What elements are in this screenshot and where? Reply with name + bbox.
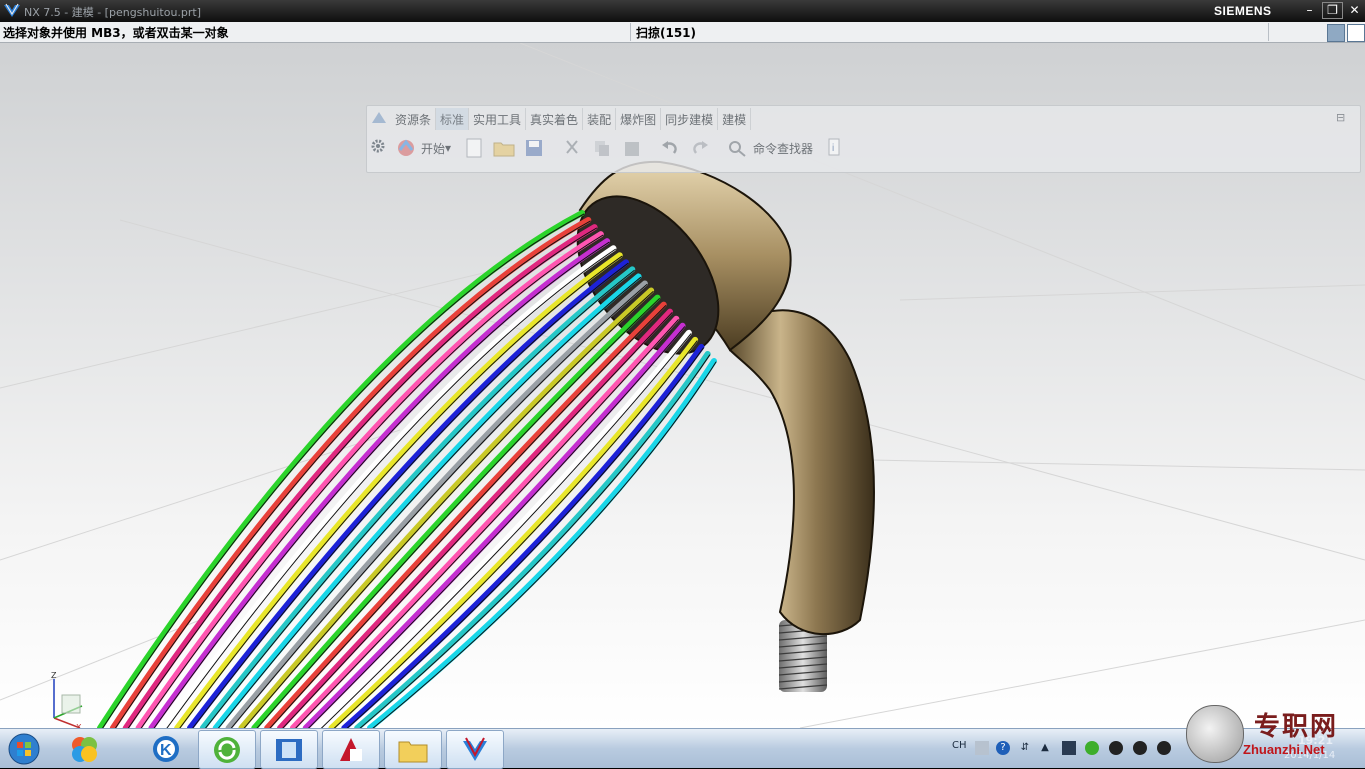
refresh-app-button[interactable]: [198, 730, 256, 769]
start-icon[interactable]: [395, 137, 417, 159]
show-hidden-icons-chevron-icon[interactable]: ▲: [1038, 741, 1052, 755]
brand-logo: SIEMENS: [1214, 4, 1272, 18]
tab-4[interactable]: 装配: [583, 108, 617, 130]
view-triad: Z X: [48, 671, 88, 728]
toolbar-tabs: 资源条 标准 实用工具 真实着色 装配 爆炸图 同步建模 建模: [391, 108, 752, 130]
status-text: 扫掠(151): [636, 26, 697, 40]
command-finder-icon[interactable]: [727, 137, 749, 159]
redo-icon[interactable]: [689, 137, 711, 159]
tab-7[interactable]: 建模: [718, 108, 752, 130]
windows-taskbar: K CH ? ⇵ ▲ 19:21 2014/1/14: [0, 728, 1365, 769]
nx-app-button[interactable]: [446, 730, 504, 769]
keyboard-icon[interactable]: [975, 741, 989, 755]
window-title: NX 7.5 - 建模 - [pengshuitou.prt]: [24, 6, 202, 19]
tab-5[interactable]: 爆炸图: [616, 108, 662, 130]
sweep-wires: [97, 210, 717, 728]
help-icon[interactable]: ?: [996, 741, 1010, 755]
toolbar-options-icon[interactable]: ⊟: [1336, 111, 1345, 124]
film-app-button[interactable]: [260, 730, 318, 769]
shower-handle: [729, 309, 875, 636]
copy-icon[interactable]: [591, 137, 613, 159]
status-bar: 选择对象并使用 MB3，或者双击某一对象 扫掠(151): [0, 22, 1365, 43]
window-layout-icon[interactable]: [1347, 24, 1365, 42]
window-titlebar: NX 7.5 - 建模 - [pengshuitou.prt] SIEMENS …: [0, 0, 1365, 22]
qq-icon[interactable]: [1133, 741, 1147, 755]
chevron-down-icon[interactable]: ▾: [445, 141, 451, 155]
info-icon[interactable]: i: [825, 137, 847, 159]
watermark-text: 专职网: [1254, 712, 1339, 742]
svg-text:K: K: [160, 742, 172, 759]
resource-bar-icon[interactable]: [370, 110, 388, 126]
start-orb[interactable]: [0, 730, 48, 767]
status-divider: [630, 23, 631, 41]
svg-text:i: i: [832, 143, 834, 154]
settings-gear-icon[interactable]: [370, 138, 386, 154]
tab-6[interactable]: 同步建模: [661, 108, 719, 130]
nx-app-icon: [4, 3, 20, 17]
minimize-button[interactable]: –: [1300, 2, 1319, 19]
network-icon[interactable]: [1062, 741, 1076, 755]
save-icon[interactable]: [523, 137, 545, 159]
grid-toggle-icon[interactable]: [1327, 24, 1345, 42]
graphics-viewport[interactable]: 资源条 标准 实用工具 真实着色 装配 爆炸图 同步建模 建模 ⊟ 开始 ▾ 命令查找器 i: [0, 43, 1365, 728]
watermark-url: Zhuanzhi.Net: [1243, 742, 1325, 757]
qq-icon[interactable]: [1157, 741, 1171, 755]
open-folder-icon[interactable]: [493, 137, 515, 159]
start-menu-label[interactable]: 开始: [421, 140, 445, 157]
command-finder-label[interactable]: 命令查找器: [753, 140, 813, 157]
undo-icon[interactable]: [659, 137, 681, 159]
security-icon[interactable]: [1085, 741, 1099, 755]
tab-1[interactable]: 标准: [436, 108, 470, 130]
standard-toolbar: 资源条 标准 实用工具 真实着色 装配 爆炸图 同步建模 建模 ⊟ 开始 ▾ 命令查找器 i: [366, 105, 1361, 173]
explorer-app-button[interactable]: [384, 730, 442, 769]
watermark-globe-icon: [1186, 705, 1244, 763]
restore-button[interactable]: ❐: [1322, 2, 1343, 19]
paste-icon[interactable]: [621, 137, 643, 159]
toolbar-tools: 开始 ▾ 命令查找器 i: [391, 134, 851, 162]
autocad-app-button[interactable]: [322, 730, 380, 769]
close-button[interactable]: ✕: [1345, 2, 1364, 19]
z-axis-label: Z: [51, 671, 57, 680]
ms-app-button[interactable]: [56, 730, 112, 767]
tab-0[interactable]: 资源条: [391, 108, 437, 130]
sweep-wire-edge: [102, 213, 585, 728]
status-divider: [1268, 23, 1269, 41]
kaspersky-app-button[interactable]: K: [138, 730, 194, 767]
qq-icon[interactable]: [1109, 741, 1123, 755]
tab-2[interactable]: 实用工具: [469, 108, 527, 130]
cut-icon[interactable]: [561, 137, 583, 159]
new-file-icon[interactable]: [463, 137, 485, 159]
prompt-text: 选择对象并使用 MB3，或者双击某一对象: [3, 26, 229, 40]
sweep-wire: [289, 315, 680, 728]
tab-3[interactable]: 真实着色: [526, 108, 584, 130]
tray-settings-icon[interactable]: ⇵: [1018, 741, 1032, 755]
language-indicator[interactable]: CH: [952, 740, 967, 751]
